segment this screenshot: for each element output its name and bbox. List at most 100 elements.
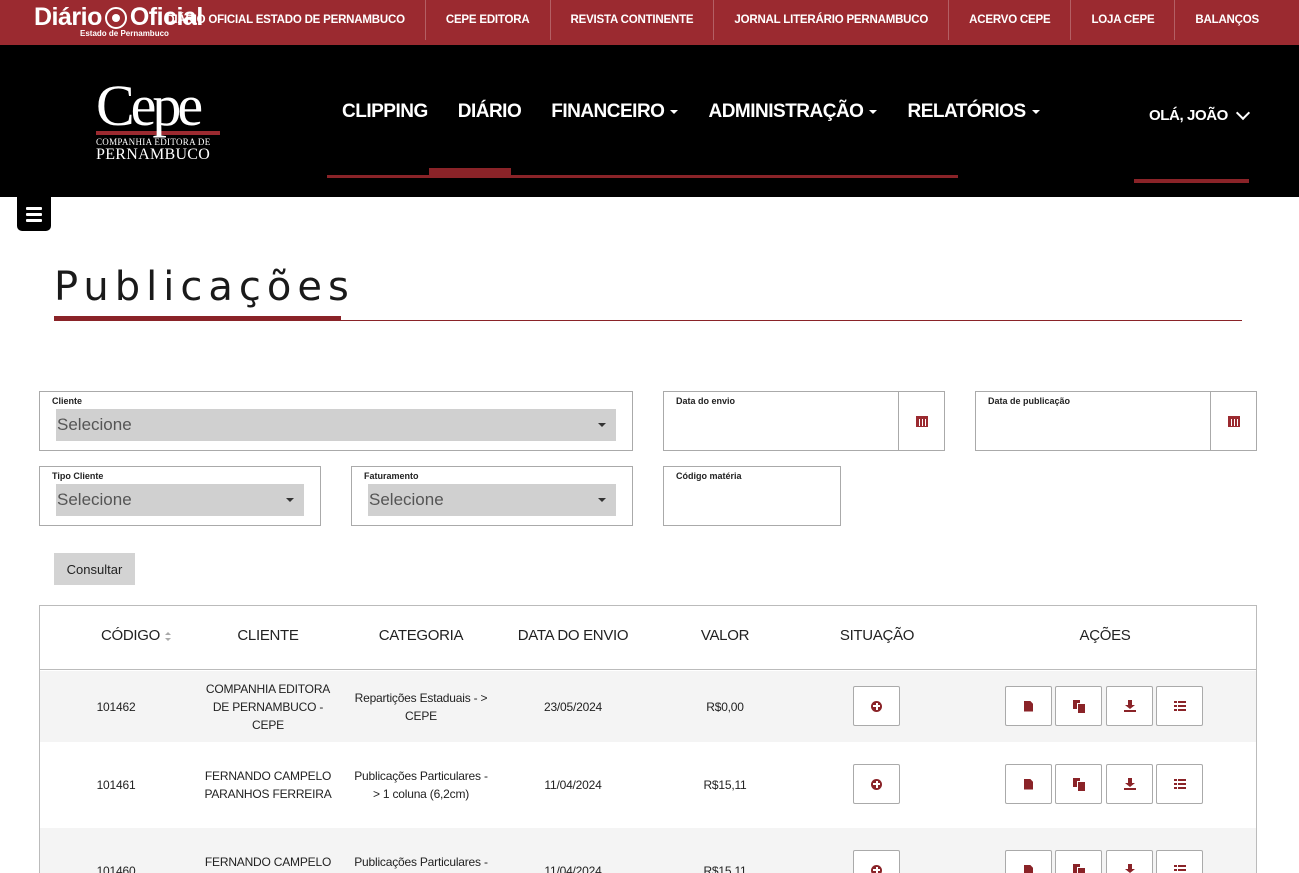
title-divider xyxy=(54,320,1242,321)
download-button[interactable] xyxy=(1106,764,1153,804)
cliente-field: Cliente Selecione xyxy=(39,391,633,451)
view-document-button[interactable] xyxy=(1005,850,1052,873)
top-link-acervo-cepe[interactable]: ACERVO CEPE xyxy=(948,0,1070,40)
data-envio-calendar-button[interactable] xyxy=(898,392,944,450)
cell-cliente: COMPANHIA EDITORA DE PERNAMBUCO - CEPE xyxy=(205,681,331,732)
user-underline xyxy=(1134,179,1249,183)
dropdown-arrow-icon xyxy=(598,498,606,502)
hamburger-menu-icon[interactable] xyxy=(17,197,51,231)
header-valor: VALOR xyxy=(700,627,750,644)
header-situacao: SITUAÇÃO xyxy=(839,627,915,644)
list-icon xyxy=(1173,779,1186,789)
table-row: 101462 COMPANHIA EDITORA DE PERNAMBUCO -… xyxy=(40,671,1256,742)
top-bar: Diário Oficial Estado de Pernambuco DIÁR… xyxy=(0,0,1299,45)
chevron-down-icon xyxy=(1235,105,1250,120)
cell-categoria: Repartições Estaduais - > CEPE xyxy=(354,690,488,723)
top-link-jornal-literario[interactable]: JORNAL LITERÁRIO PERNAMBUCO xyxy=(713,0,948,40)
publications-table: CÓDIGO CLIENTE CATEGORIA DATA DO ENVIO V… xyxy=(39,605,1257,873)
top-link-revista-continente[interactable]: REVISTA CONTINENTE xyxy=(549,0,714,40)
page-title: Publicações xyxy=(54,264,355,310)
nav-clipping[interactable]: CLIPPING xyxy=(327,101,443,123)
list-icon xyxy=(1173,701,1186,711)
data-publicacao-field[interactable]: Data de publicação xyxy=(975,391,1257,451)
header-categoria: CATEGORIA xyxy=(378,627,464,644)
cell-valor: R$15,11 xyxy=(703,778,747,792)
file-icon xyxy=(1024,700,1033,712)
cell-valor: R$0,00 xyxy=(706,699,744,714)
top-link-diario-oficial[interactable]: DIÁRIO OFICIAL ESTADO DE PERNAMBUCO xyxy=(146,0,425,40)
copy-icon xyxy=(1072,700,1085,713)
download-icon xyxy=(1124,864,1136,873)
nav-underline xyxy=(327,175,958,178)
copy-document-button[interactable] xyxy=(1055,764,1102,804)
situacao-button[interactable] xyxy=(853,764,900,804)
view-document-button[interactable] xyxy=(1005,764,1052,804)
caret-down-icon xyxy=(1031,109,1040,114)
details-list-button[interactable] xyxy=(1156,850,1203,873)
copy-document-button[interactable] xyxy=(1055,686,1102,726)
cell-data-envio: 11/04/2024 xyxy=(544,864,602,873)
caret-down-icon xyxy=(670,109,679,114)
list-icon xyxy=(1173,865,1186,873)
cell-codigo: 101460 xyxy=(96,864,136,873)
tipo-cliente-field: Tipo Cliente Selecione xyxy=(39,466,321,526)
plus-circle-icon xyxy=(871,700,882,712)
tipo-cliente-select[interactable]: Selecione xyxy=(56,484,304,516)
cell-categoria: Publicações Particulares -> 1 coluna (6,… xyxy=(354,855,488,869)
header-cliente: CLIENTE xyxy=(237,627,299,644)
top-link-balancos[interactable]: BALANÇOS xyxy=(1174,0,1279,40)
caret-down-icon xyxy=(869,109,878,114)
table-header: CÓDIGO CLIENTE CATEGORIA DATA DO ENVIO V… xyxy=(40,606,1256,670)
details-list-button[interactable] xyxy=(1156,686,1203,726)
cell-codigo: 101461 xyxy=(96,778,136,792)
dropdown-arrow-icon xyxy=(286,498,294,502)
data-publicacao-calendar-button[interactable] xyxy=(1210,392,1256,450)
nav-active-indicator xyxy=(429,168,511,178)
main-navbar: Cepe COMPANHIA EDITORA DE PERNAMBUCO CLI… xyxy=(0,45,1299,197)
cell-data-envio: 23/05/2024 xyxy=(543,699,603,714)
view-document-button[interactable] xyxy=(1005,686,1052,726)
codigo-materia-field[interactable]: Código matéria xyxy=(663,466,841,526)
sort-icon xyxy=(165,631,172,641)
cell-categoria: Publicações Particulares -> 1 coluna (6,… xyxy=(354,769,488,801)
top-link-loja-cepe[interactable]: LOJA CEPE xyxy=(1070,0,1174,40)
cell-cliente: FERNANDO CAMPELO PARANHOS FERREIRA xyxy=(204,769,332,801)
faturamento-select[interactable]: Selecione xyxy=(368,484,616,516)
copy-icon xyxy=(1072,778,1085,791)
plus-circle-icon xyxy=(871,864,882,873)
download-button[interactable] xyxy=(1106,686,1153,726)
nav-relatorios[interactable]: RELATÓRIOS xyxy=(892,101,1054,123)
top-link-cepe-editora[interactable]: CEPE EDITORA xyxy=(424,0,550,40)
dropdown-arrow-icon xyxy=(598,423,606,427)
download-icon xyxy=(1123,778,1136,790)
calendar-icon xyxy=(1227,415,1240,427)
consultar-button[interactable]: Consultar xyxy=(54,553,135,585)
cliente-select[interactable]: Selecione xyxy=(56,409,616,441)
file-icon xyxy=(1024,864,1033,873)
copy-document-button[interactable] xyxy=(1055,850,1102,873)
cell-cliente: FERNANDO CAMPELO PARANHOS FERREIRA xyxy=(204,855,332,869)
main-nav: CLIPPING DIÁRIO FINANCEIRO ADMINISTRAÇÃO… xyxy=(327,101,1055,123)
download-icon xyxy=(1123,700,1136,712)
user-menu[interactable]: OLÁ, JOÃO xyxy=(1149,105,1250,124)
calendar-icon xyxy=(915,415,928,427)
data-envio-field[interactable]: Data do envio xyxy=(663,391,945,451)
cell-data-envio: 11/04/2024 xyxy=(544,778,602,792)
nav-administracao[interactable]: ADMINISTRAÇÃO xyxy=(693,101,892,123)
faturamento-field: Faturamento Selecione xyxy=(351,466,633,526)
nav-diario[interactable]: DIÁRIO xyxy=(443,101,537,123)
top-links: DIÁRIO OFICIAL ESTADO DE PERNAMBUCO CEPE… xyxy=(146,0,1279,40)
plus-circle-icon xyxy=(871,778,882,790)
cepe-logo[interactable]: Cepe COMPANHIA EDITORA DE PERNAMBUCO xyxy=(96,77,220,163)
download-button[interactable] xyxy=(1106,850,1153,873)
situacao-button[interactable] xyxy=(853,850,900,873)
nav-financeiro[interactable]: FINANCEIRO xyxy=(536,101,693,123)
header-codigo[interactable]: CÓDIGO xyxy=(60,627,212,644)
table-row: 101461 FERNANDO CAMPELO PARANHOS FERREIR… xyxy=(40,742,1256,828)
file-icon xyxy=(1024,778,1033,790)
cell-valor: R$15,11 xyxy=(703,864,747,873)
situacao-button[interactable] xyxy=(853,686,900,726)
header-data-envio: DATA DO ENVIO xyxy=(517,627,629,644)
cell-codigo: 101462 xyxy=(96,699,136,714)
details-list-button[interactable] xyxy=(1156,764,1203,804)
